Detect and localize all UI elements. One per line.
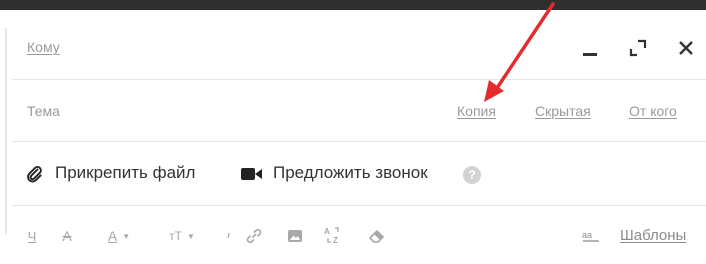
annotation-arrow: [484, 2, 555, 102]
arrow-shaft: [495, 2, 555, 90]
